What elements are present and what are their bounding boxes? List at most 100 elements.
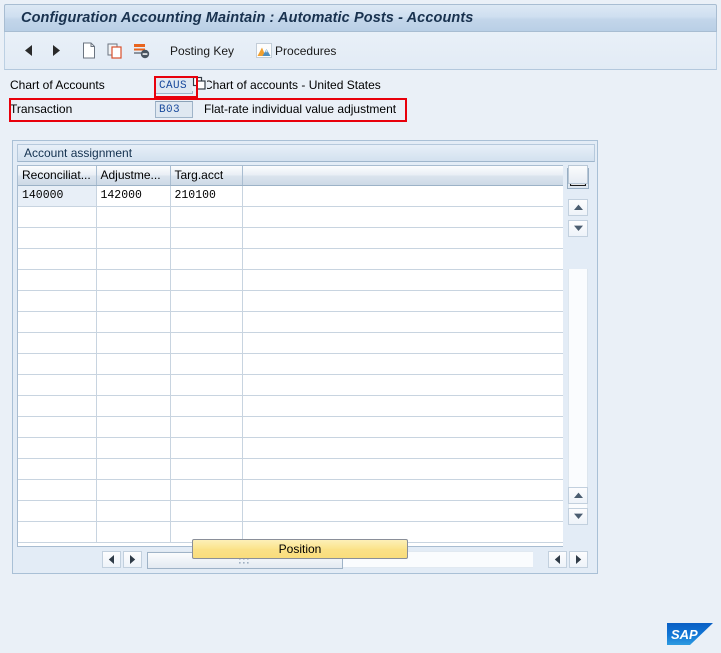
table-cell[interactable]	[96, 269, 171, 291]
table-cell[interactable]	[96, 521, 171, 543]
table-cell[interactable]	[170, 248, 243, 270]
table-cell[interactable]	[18, 206, 97, 228]
copy-as-icon[interactable]	[103, 38, 127, 64]
table-cell[interactable]	[18, 227, 97, 249]
vertical-scrollbar-track[interactable]	[568, 269, 588, 513]
table-cell[interactable]	[18, 437, 97, 459]
table-cell[interactable]	[96, 248, 171, 270]
table-cell[interactable]	[96, 374, 171, 396]
procedures-label: Procedures	[275, 43, 337, 58]
chart-of-accounts-input[interactable]: CAUS	[155, 77, 193, 94]
scroll-right-button[interactable]	[123, 551, 142, 568]
table-cell[interactable]	[170, 437, 243, 459]
value-help-icon[interactable]	[192, 76, 207, 91]
table-cell[interactable]	[18, 500, 97, 522]
table-cell[interactable]	[96, 227, 171, 249]
table-cell[interactable]	[18, 458, 97, 480]
column-header-adjustment[interactable]: Adjustme...	[96, 166, 171, 186]
table-cell[interactable]	[18, 269, 97, 291]
scroll-up-button[interactable]	[568, 199, 588, 216]
table-cell[interactable]	[170, 311, 243, 333]
delete-icon[interactable]	[129, 38, 154, 64]
new-entries-icon[interactable]	[77, 38, 101, 64]
scroll-left-button-2[interactable]	[548, 551, 567, 568]
procedures-button[interactable]: Procedures	[250, 38, 342, 64]
vertical-scrollbar-thumb[interactable]	[568, 165, 588, 184]
table-cell[interactable]	[96, 416, 171, 438]
table-cell[interactable]	[18, 521, 97, 543]
table-cell[interactable]	[170, 353, 243, 375]
table-cell[interactable]: 210100	[170, 185, 243, 207]
table-cell[interactable]	[170, 332, 243, 354]
table-row[interactable]	[18, 206, 594, 228]
table-cell[interactable]	[18, 395, 97, 417]
table-row[interactable]: 140000 142000 210100	[18, 185, 594, 207]
table-cell[interactable]: 142000	[96, 185, 171, 207]
table-row[interactable]	[18, 311, 594, 333]
window-title-bar: Configuration Accounting Maintain : Auto…	[4, 4, 717, 32]
table-row[interactable]	[18, 500, 594, 522]
sap-logo-text: SAP	[671, 627, 698, 642]
posting-key-button[interactable]: Posting Key	[164, 38, 240, 64]
back-arrow-icon[interactable]	[17, 38, 41, 64]
table-cell[interactable]	[96, 500, 171, 522]
table-cell[interactable]	[170, 269, 243, 291]
table-cell[interactable]	[96, 458, 171, 480]
page-down-button[interactable]	[568, 508, 588, 525]
table-cell[interactable]	[18, 353, 97, 375]
table-cell[interactable]	[96, 353, 171, 375]
table-cell[interactable]	[18, 374, 97, 396]
grid-body: 140000 142000 210100	[18, 185, 594, 543]
table-cell[interactable]	[18, 311, 97, 333]
table-row[interactable]	[18, 332, 594, 354]
account-assignment-grid[interactable]: Reconciliat... Adjustme... Targ.acct 140…	[17, 165, 595, 547]
chart-of-accounts-label: Chart of Accounts	[10, 78, 105, 92]
scroll-right-button-2[interactable]	[569, 551, 588, 568]
scroll-left-button[interactable]	[102, 551, 121, 568]
table-row[interactable]	[18, 416, 594, 438]
table-row[interactable]	[18, 353, 594, 375]
table-cell[interactable]	[18, 416, 97, 438]
table-cell[interactable]	[170, 458, 243, 480]
table-cell[interactable]	[96, 395, 171, 417]
table-cell[interactable]	[96, 206, 171, 228]
table-cell[interactable]: 140000	[18, 185, 97, 207]
table-cell[interactable]	[18, 248, 97, 270]
table-cell[interactable]	[170, 395, 243, 417]
table-row[interactable]	[18, 374, 594, 396]
table-row[interactable]	[18, 479, 594, 501]
column-header-reconciliation[interactable]: Reconciliat...	[18, 166, 97, 186]
table-row[interactable]	[18, 395, 594, 417]
table-cell[interactable]	[170, 479, 243, 501]
table-row[interactable]	[18, 458, 594, 480]
chart-of-accounts-description: Chart of accounts - United States	[204, 78, 381, 92]
table-cell[interactable]	[96, 479, 171, 501]
page-up-button[interactable]	[568, 487, 588, 504]
table-row[interactable]	[18, 269, 594, 291]
table-cell[interactable]	[170, 416, 243, 438]
table-cell[interactable]	[170, 374, 243, 396]
table-row[interactable]	[18, 290, 594, 312]
procedures-mountain-icon	[256, 43, 272, 58]
table-cell[interactable]	[170, 206, 243, 228]
table-cell[interactable]	[170, 500, 243, 522]
scroll-down-button[interactable]	[568, 220, 588, 237]
transaction-input[interactable]: B03	[155, 101, 193, 118]
position-button[interactable]: Position	[192, 539, 408, 559]
table-cell[interactable]	[18, 479, 97, 501]
table-row[interactable]	[18, 227, 594, 249]
table-cell[interactable]	[170, 290, 243, 312]
table-cell[interactable]	[18, 332, 97, 354]
table-row[interactable]	[18, 437, 594, 459]
forward-arrow-icon[interactable]	[43, 38, 67, 64]
table-cell[interactable]	[96, 332, 171, 354]
transaction-row: Transaction B03 Flat-rate individual val…	[0, 98, 721, 122]
table-cell[interactable]	[96, 311, 171, 333]
column-header-target-account[interactable]: Targ.acct	[170, 166, 243, 186]
table-cell[interactable]	[18, 290, 97, 312]
table-cell[interactable]	[170, 227, 243, 249]
table-cell[interactable]	[96, 437, 171, 459]
table-row[interactable]	[18, 248, 594, 270]
table-cell[interactable]	[96, 290, 171, 312]
table-cell-filler	[242, 437, 594, 459]
